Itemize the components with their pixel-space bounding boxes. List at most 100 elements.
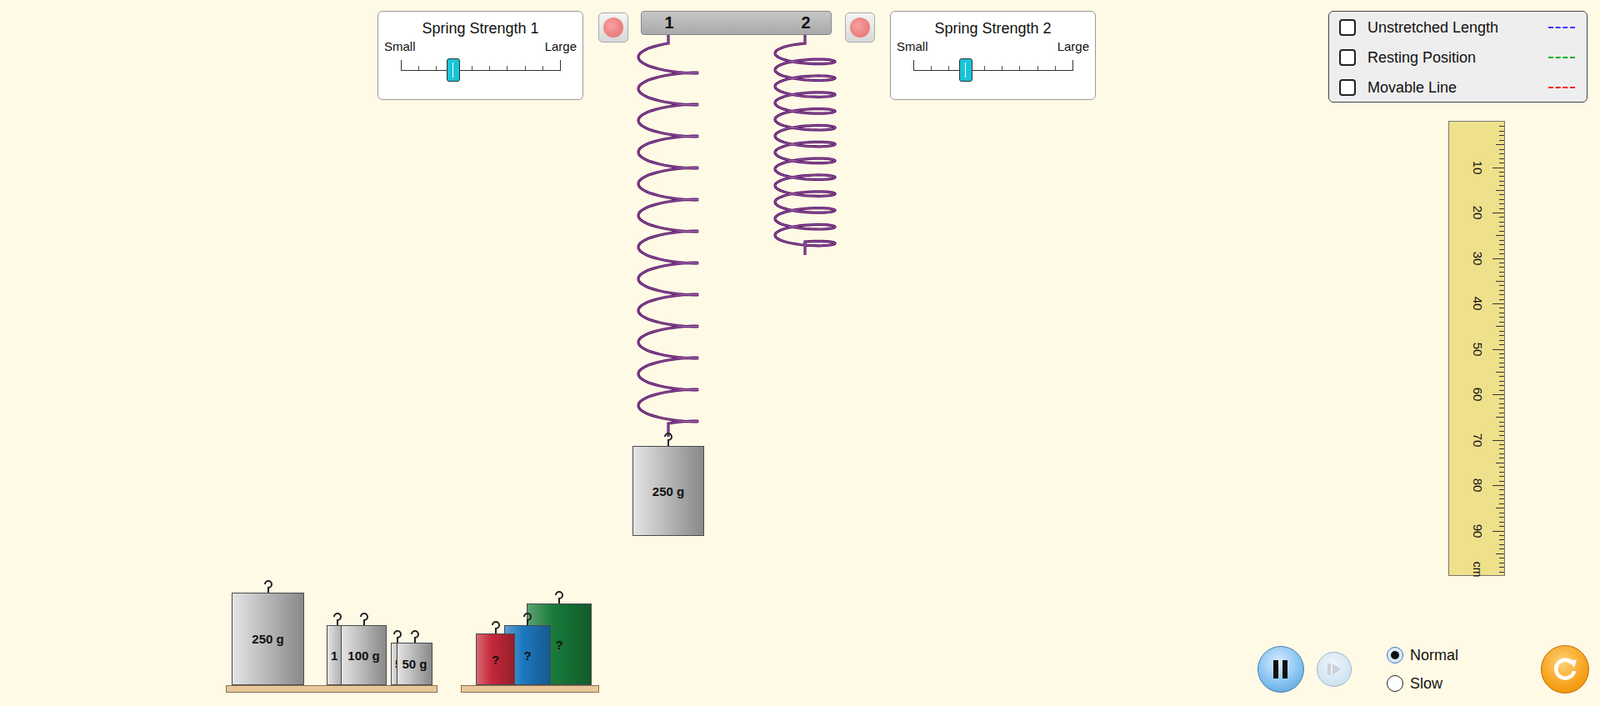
ruler-tick xyxy=(1495,553,1505,555)
speed-radio[interactable]: Slow xyxy=(1386,672,1459,695)
slider-thumb[interactable] xyxy=(959,58,973,82)
ruler[interactable]: 102030405060708090 cm xyxy=(1448,120,1505,576)
radio-button[interactable] xyxy=(1386,646,1404,664)
ruler-tick xyxy=(1495,507,1505,509)
mass-shelf xyxy=(225,685,438,693)
ruler-tick xyxy=(1499,194,1505,195)
option-label: Resting Position xyxy=(1367,49,1537,67)
ruler-tick xyxy=(1499,562,1505,564)
option-row[interactable]: Unstretched Length xyxy=(1339,16,1575,39)
ruler-tick xyxy=(1499,380,1505,382)
ruler-number: 60 xyxy=(1470,387,1485,402)
slider-track xyxy=(913,70,1074,71)
checkbox[interactable] xyxy=(1339,49,1356,66)
ruler-tick xyxy=(1499,448,1505,450)
mass-label: 250 g xyxy=(652,484,685,499)
ruler-number: 30 xyxy=(1470,250,1485,265)
mass-hook-icon xyxy=(662,431,675,447)
checkbox[interactable] xyxy=(1339,19,1356,36)
spring[interactable] xyxy=(775,35,835,255)
ruler-tick xyxy=(1492,530,1505,532)
play-pause-button[interactable] xyxy=(1257,645,1305,693)
min-label: Small xyxy=(896,38,929,55)
visibility-options-panel: Unstretched Length Resting Position Mova… xyxy=(1328,10,1588,103)
ruler-unit: cm xyxy=(1470,560,1485,577)
ruler-tick xyxy=(1499,521,1505,523)
range-labels: Small Large xyxy=(383,38,578,55)
ruler-tick xyxy=(1499,489,1505,490)
ruler-tick xyxy=(1499,335,1505,336)
ruler-tick xyxy=(1499,353,1505,355)
slider-tick xyxy=(506,65,508,70)
ruler-tick xyxy=(1499,253,1505,255)
mystery-mass[interactable]: ? xyxy=(475,633,515,685)
slider-tick xyxy=(1001,65,1003,70)
mass-label: 250 g xyxy=(251,631,284,646)
ruler-tick xyxy=(1492,349,1505,350)
radio-label: Normal xyxy=(1410,646,1459,665)
ruler-tick xyxy=(1499,249,1505,250)
ruler-tick xyxy=(1499,571,1505,573)
slider-tick xyxy=(1019,65,1020,70)
ruler-tick xyxy=(1492,485,1505,486)
ruler-tick xyxy=(1499,385,1505,386)
slider-tick xyxy=(930,65,932,70)
slider-tick xyxy=(489,65,490,70)
ruler-tick xyxy=(1499,398,1505,400)
ruler-tick xyxy=(1492,440,1505,441)
strength-slider[interactable] xyxy=(913,56,1074,84)
ruler-tick xyxy=(1499,407,1505,409)
hanging-mass[interactable]: 250 g xyxy=(632,445,705,536)
ruler-tick xyxy=(1499,535,1505,536)
line-legend xyxy=(1548,86,1575,89)
reset-icon xyxy=(1548,652,1582,686)
ruler-tick xyxy=(1499,425,1505,427)
ruler-tick xyxy=(1495,371,1505,373)
labeled-mass[interactable]: 100 g xyxy=(340,625,387,685)
option-row[interactable]: Resting Position xyxy=(1339,46,1575,69)
max-label: Large xyxy=(1057,38,1090,55)
ruler-tick xyxy=(1499,498,1505,500)
slider-tick xyxy=(418,65,420,70)
stop-spring-button[interactable] xyxy=(845,12,875,43)
option-label: Unstretched Length xyxy=(1367,19,1537,37)
slider-tick xyxy=(560,60,561,71)
slider-thumb[interactable] xyxy=(446,58,460,82)
mass-label: ? xyxy=(523,648,531,663)
spring[interactable] xyxy=(638,35,699,437)
mass-label: 50 g xyxy=(401,656,427,671)
labeled-mass[interactable]: 50 g xyxy=(396,642,433,685)
ruler-tick xyxy=(1499,444,1505,445)
ruler-number: 80 xyxy=(1470,478,1485,493)
spring-strength-panel: Spring Strength 2 Small Large xyxy=(890,10,1096,100)
spring-highlight xyxy=(638,35,699,437)
ruler-tick xyxy=(1492,212,1505,214)
slider-tick xyxy=(400,60,402,71)
ruler-tick xyxy=(1499,221,1505,223)
labeled-mass[interactable]: 250 g xyxy=(231,592,305,685)
option-row[interactable]: Movable Line xyxy=(1339,76,1575,99)
ruler-tick xyxy=(1499,294,1505,295)
ruler-tick xyxy=(1499,290,1505,291)
ruler-tick xyxy=(1499,340,1505,341)
radio-button[interactable] xyxy=(1386,675,1404,692)
ruler-number: 20 xyxy=(1470,205,1485,220)
stop-spring-button[interactable] xyxy=(598,12,629,43)
pause-icon xyxy=(1270,658,1291,680)
option-label: Movable Line xyxy=(1367,79,1537,97)
ruler-number: 40 xyxy=(1470,296,1485,311)
slider-tick xyxy=(542,65,544,70)
step-button[interactable] xyxy=(1316,651,1352,687)
strength-slider[interactable] xyxy=(400,56,561,84)
checkbox[interactable] xyxy=(1339,79,1356,96)
reset-button[interactable] xyxy=(1540,645,1590,694)
max-label: Large xyxy=(545,38,577,55)
ruler-tick xyxy=(1499,503,1505,505)
speed-radio[interactable]: Normal xyxy=(1386,644,1459,666)
ruler-tick xyxy=(1499,330,1505,332)
ruler-tick xyxy=(1499,158,1505,160)
ruler-tick xyxy=(1499,299,1505,300)
ruler-tick xyxy=(1499,471,1505,473)
ruler-tick xyxy=(1499,430,1505,432)
ruler-tick xyxy=(1499,199,1505,200)
